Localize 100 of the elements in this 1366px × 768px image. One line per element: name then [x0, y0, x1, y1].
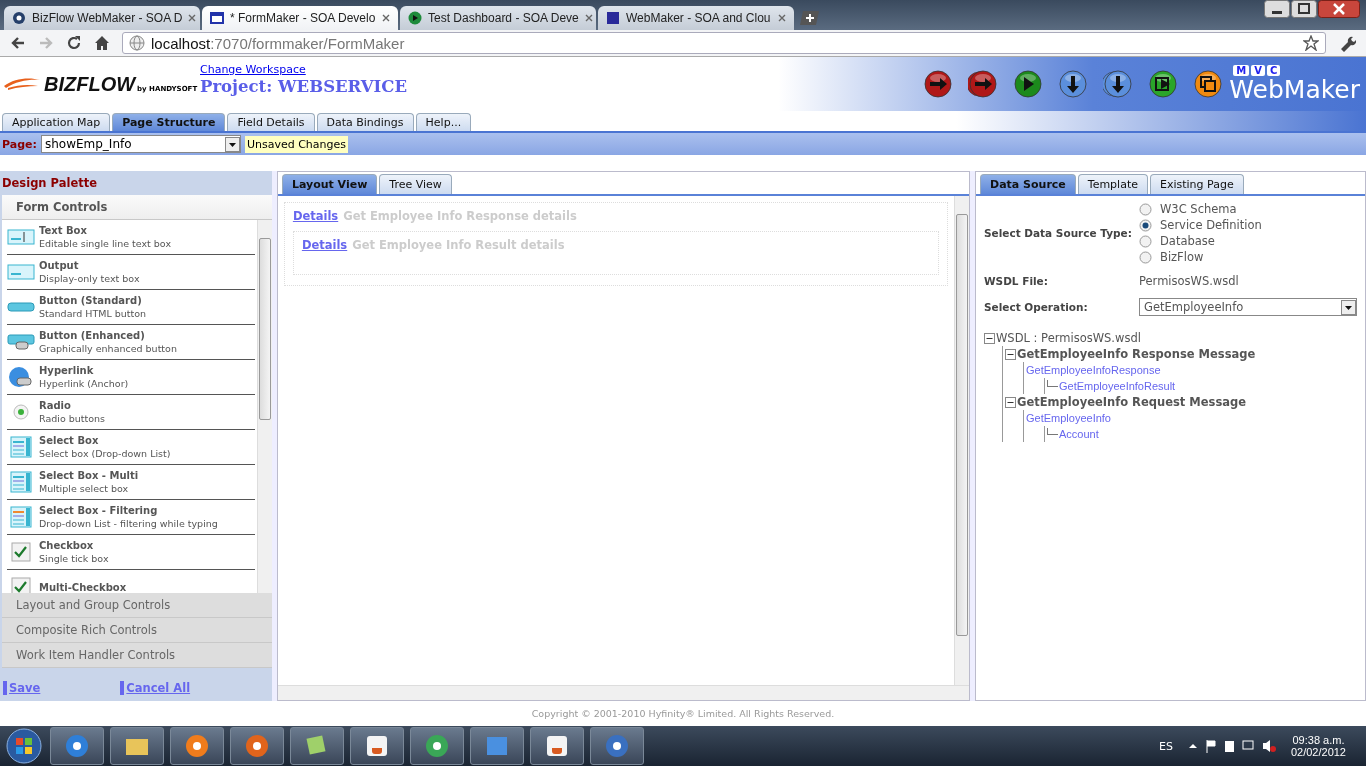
- palette-item[interactable]: Button (Standard) Standard HTML button: [7, 290, 255, 325]
- change-workspace-link[interactable]: Change Workspace: [200, 63, 407, 76]
- view-tab[interactable]: Layout View: [281, 174, 378, 194]
- palette-section-header[interactable]: Composite Rich Controls: [2, 618, 272, 643]
- hyperlink-icon: [7, 366, 35, 388]
- taskbar-app-button[interactable]: [170, 727, 224, 765]
- palette-item-name: Button (Enhanced): [39, 330, 146, 341]
- taskbar-app-button[interactable]: [50, 727, 104, 765]
- toolbar-button[interactable]: [923, 69, 954, 99]
- close-icon[interactable]: [382, 14, 390, 22]
- palette-item-description: Display-only text box: [39, 273, 140, 284]
- tree-node-label[interactable]: GetEmployeeInfo Response Message: [1017, 347, 1256, 361]
- main-tab[interactable]: Field Details: [227, 113, 315, 131]
- taskbar-app-button[interactable]: [410, 727, 464, 765]
- taskbar-app-button[interactable]: [590, 727, 644, 765]
- radio-label: BizFlow: [1160, 250, 1204, 264]
- minimize-icon[interactable]: [1264, 0, 1290, 18]
- toolbar-button[interactable]: [1193, 69, 1224, 99]
- view-tab[interactable]: Tree View: [379, 174, 452, 194]
- toolbar-button[interactable]: [1148, 69, 1179, 99]
- scrollbar[interactable]: [954, 196, 969, 685]
- details-link[interactable]: Details: [301, 238, 348, 252]
- taskbar-app-button[interactable]: [230, 727, 284, 765]
- field-label: Select Data Source Type:: [984, 227, 1133, 239]
- language-indicator[interactable]: ES: [1159, 739, 1173, 753]
- tree-node-label[interactable]: GetEmployeeInfoResponse: [1026, 364, 1161, 376]
- circle-icon: [424, 733, 450, 759]
- output-icon: [7, 261, 35, 283]
- palette-item[interactable]: Button (Enhanced) Graphically enhanced button: [7, 325, 255, 360]
- browser-tab-title: * FormMaker - SOA Develo: [230, 11, 376, 25]
- taskbar-app-button[interactable]: [110, 727, 164, 765]
- collapse-toggle-icon[interactable]: [1005, 348, 1016, 360]
- palette-item[interactable]: Text Box Editable single line text box: [7, 220, 255, 255]
- scrollbar[interactable]: [256, 220, 272, 593]
- close-icon[interactable]: [584, 14, 593, 22]
- tree-node-label[interactable]: WSDL : PermisosWS.wsdl: [996, 331, 1141, 345]
- radio-label: Database: [1160, 234, 1215, 248]
- collapse-toggle-icon[interactable]: [984, 332, 995, 344]
- scrollbar[interactable]: [277, 685, 969, 700]
- radio-button[interactable]: [1139, 250, 1152, 264]
- palette-item-description: Graphically enhanced button: [39, 343, 177, 354]
- reload-icon[interactable]: [66, 35, 82, 51]
- start-button[interactable]: [4, 727, 44, 765]
- clock-time: 09:38 a.m.: [1292, 734, 1345, 746]
- palette-item-description: Standard HTML button: [39, 308, 147, 319]
- radio-button[interactable]: [1139, 202, 1152, 216]
- palette-section-header[interactable]: Work Item Handler Controls: [2, 643, 272, 668]
- radio-button[interactable]: [1139, 218, 1152, 232]
- collapse-toggle-icon[interactable]: [1005, 396, 1016, 408]
- taskbar-app-button[interactable]: [290, 727, 344, 765]
- main-tab[interactable]: Data Bindings: [316, 113, 414, 131]
- main-tab[interactable]: Application Map: [2, 113, 111, 131]
- palette-item[interactable]: Checkbox Single tick box: [7, 535, 255, 570]
- main-tab[interactable]: Page Structure: [112, 113, 226, 131]
- palette-item-description: Select box (Drop-down List): [39, 448, 171, 459]
- palette-item[interactable]: Output Display-only text box: [7, 255, 255, 290]
- page-label: Page:: [2, 137, 37, 151]
- tree-node-label[interactable]: GetEmployeeInfo Request Message: [1017, 395, 1247, 409]
- tree-node-label[interactable]: Account: [1059, 428, 1099, 440]
- palette-item[interactable]: Radio Radio buttons: [7, 395, 255, 430]
- toolbar-button[interactable]: [1103, 69, 1134, 99]
- back-icon[interactable]: [10, 35, 26, 51]
- browser-tab[interactable]: WebMaker - SOA and Clou: [598, 6, 794, 30]
- operation-select[interactable]: GetEmployeeInfo: [1139, 298, 1357, 316]
- tree-node-label[interactable]: GetEmployeeInfoResult: [1059, 380, 1176, 392]
- page-select[interactable]: showEmp_Info: [40, 135, 241, 153]
- data-tab[interactable]: Existing Page: [1150, 174, 1244, 194]
- browser-tab[interactable]: Test Dashboard - SOA Deve: [400, 6, 596, 30]
- new-tab-icon[interactable]: [800, 10, 822, 26]
- browser-tab-title: Test Dashboard - SOA Deve: [428, 11, 579, 25]
- radio-button[interactable]: [1139, 234, 1152, 248]
- palette-section-header[interactable]: Form Controls: [2, 195, 272, 220]
- close-icon[interactable]: [1318, 0, 1360, 18]
- toolbar-button[interactable]: [1013, 69, 1044, 99]
- browser-tab[interactable]: * FormMaker - SOA Develo: [202, 6, 398, 30]
- star-icon[interactable]: [1303, 35, 1319, 51]
- browser-tab[interactable]: BizFlow WebMaker - SOA D: [4, 6, 200, 30]
- tree-node-label[interactable]: GetEmployeeInfo: [1026, 412, 1111, 424]
- clock-date: 02/02/2012: [1290, 746, 1346, 758]
- button-enhanced-icon: [7, 331, 35, 353]
- data-tab[interactable]: Template: [1077, 174, 1148, 194]
- palette-item[interactable]: Select Box - Multi Multiple select box: [7, 465, 255, 500]
- data-tab[interactable]: Data Source: [980, 174, 1076, 194]
- maximize-icon[interactable]: [1291, 0, 1317, 18]
- palette-item[interactable]: Select Box - Filtering Drop-down List - filtering while typing: [7, 500, 255, 535]
- address-field[interactable]: localhost:7070/formmaker/FormMaker: [122, 32, 1326, 54]
- taskbar-app-button[interactable]: [530, 727, 584, 765]
- palette-item-name: Radio: [39, 400, 72, 411]
- palette-item-name: Hyperlink: [39, 365, 95, 376]
- details-link[interactable]: Details: [292, 209, 339, 223]
- palette-item[interactable]: Select Box Select box (Drop-down List): [7, 430, 255, 465]
- palette-item[interactable]: Hyperlink Hyperlink (Anchor): [7, 360, 255, 395]
- main-tab[interactable]: Help...: [415, 113, 472, 131]
- home-icon[interactable]: [94, 35, 110, 51]
- toolbar-button[interactable]: [968, 69, 999, 99]
- project-title: Project: WEBSERVICE: [200, 77, 407, 96]
- palette-item-name: Button (Standard): [39, 295, 143, 306]
- palette-section-header[interactable]: Layout and Group Controls: [2, 593, 272, 618]
- toolbar-button[interactable]: [1058, 69, 1089, 99]
- taskbar-app-button[interactable]: [350, 727, 404, 765]
